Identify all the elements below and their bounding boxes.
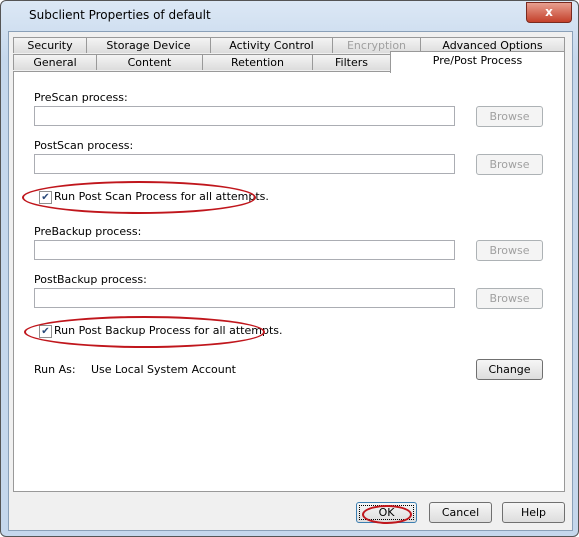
tab-filters[interactable]: Filters xyxy=(312,54,391,70)
help-button[interactable]: Help xyxy=(502,502,565,523)
prebackup-input[interactable] xyxy=(34,240,455,260)
postbackup-browse-button: Browse xyxy=(476,288,543,309)
prescan-browse-button: Browse xyxy=(476,106,543,127)
tab-storage-device[interactable]: Storage Device xyxy=(86,37,211,53)
prebackup-label: PreBackup process: xyxy=(34,225,142,238)
highlight-ellipse xyxy=(362,505,412,524)
cancel-button[interactable]: Cancel xyxy=(429,502,492,523)
tab-general[interactable]: General xyxy=(13,54,97,70)
postbackup-input[interactable] xyxy=(34,288,455,308)
tab-pre-post-process[interactable]: Pre/Post Process xyxy=(390,51,565,73)
prescan-input[interactable] xyxy=(34,106,455,126)
prebackup-browse-button: Browse xyxy=(476,240,543,261)
postscan-browse-button: Browse xyxy=(476,154,543,175)
tab-security[interactable]: Security xyxy=(13,37,87,53)
tab-retention[interactable]: Retention xyxy=(202,54,313,70)
highlight-ellipse xyxy=(22,181,256,214)
close-button[interactable]: x xyxy=(526,2,572,23)
change-button[interactable]: Change xyxy=(476,359,543,380)
highlight-ellipse xyxy=(24,316,265,348)
prescan-label: PreScan process: xyxy=(34,91,128,104)
run-as-value: Use Local System Account xyxy=(91,363,236,376)
postscan-input[interactable] xyxy=(34,154,455,174)
window-title: Subclient Properties of default xyxy=(29,8,211,22)
run-as-label: Run As: xyxy=(34,363,76,376)
postbackup-label: PostBackup process: xyxy=(34,273,147,286)
postscan-label: PostScan process: xyxy=(34,139,134,152)
tab-content[interactable]: Content xyxy=(96,54,203,70)
tab-activity-control[interactable]: Activity Control xyxy=(210,37,333,53)
